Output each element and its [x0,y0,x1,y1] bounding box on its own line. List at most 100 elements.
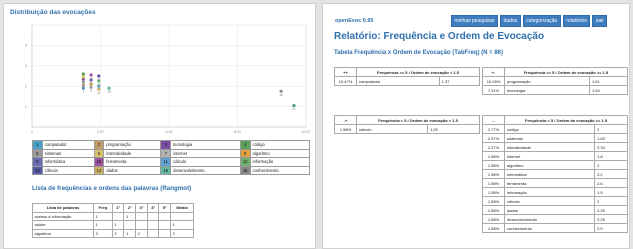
quadrant-table-3: -+ Frequência < 5 / Ordem de evocação < 1… [334,115,481,134]
table-cell: 1 [92,220,113,230]
legend-label: informática [41,157,95,167]
legend-label: computador [41,140,95,150]
legend-label: conhecimento [249,165,311,175]
column-header: Freq [92,203,113,213]
scatter-chart: 02.675.348.0110.674321123111245613147108… [25,24,311,134]
x-tick-label: 2.67 [97,130,104,134]
table-cell: 2.33 [594,142,628,152]
quadrant-sign: ++ [334,67,357,77]
table-cell: algoritmo [32,228,94,238]
top-nav: minhas pesquisas dados categorização rel… [451,15,608,27]
column-header: 3° [135,203,148,213]
quadrant-sign: -- [482,115,505,125]
table-cell: 1 [123,211,137,221]
nav-dados-button[interactable]: dados [500,15,521,27]
legend-swatch: 2 [93,140,105,150]
quadrant-table-2: +- Frequência >= 5 / Ordem de evocação >=… [482,67,629,95]
point-label: 15 [107,90,111,94]
table-cell: 1 [111,220,125,230]
legend-label: programação [103,140,162,150]
table-cell: 2.37% [482,142,505,152]
legend-row: 13 ciência 14 dados 15 desenvolvimento 16 conhe… [32,165,311,175]
legend-swatch: 12 [239,157,251,167]
table-caption: Tabela Frequência x Ordem de Evocação (T… [334,50,503,56]
table-cell: conhecimento [503,223,596,233]
table-cell [135,220,148,230]
table-cell: 1.94 [588,85,629,95]
table-cell: 1.58% [482,187,505,197]
legend-swatch: 11 [160,157,172,167]
legend-row: 1 computador 2 programação 3 tecnologia 4 códig… [32,140,311,150]
nav-categorizacao-button[interactable]: categorização [522,15,561,27]
legend-swatch: 7 [160,148,172,158]
quadrant-header-row: ++ Frequência >= 5 / Ordem de evocação < … [334,67,480,77]
table-cell: 2 [594,160,628,170]
table-cell: 2.25 [594,214,628,224]
table-cell [158,211,172,221]
table-cell: 7.11% [482,85,505,95]
table-row: algoritmo 3 2 1 2 2 [32,228,194,238]
table-row: 10.47% computador 1.37 [334,76,481,86]
quadrant-header: Frequência >= 5 / Ordem de evocação >= 1… [504,67,628,77]
table-cell: 2 [135,228,148,238]
table-cell: 2.77% [482,124,505,134]
table-cell: 10.47% [334,76,357,86]
legend-label: tecnologia [170,140,241,150]
table-cell: 1 [123,228,137,238]
x-tick-label: 0 [31,130,33,134]
table-cell: algoritmo [503,160,596,170]
chart-panel: Distribuição das evocações 0 2.67 5.34 8.01… [3,3,316,249]
legend-swatch: 5 [32,148,43,158]
table-row: 1.58% ciência 2 [482,196,628,206]
column-header: 1° [111,203,125,213]
column-header: 5° [158,203,172,213]
table-cell: 1.8 [594,151,628,161]
x-tick-label: 10.67 [302,130,311,134]
table-row: 2.77% código 2 [482,124,628,134]
report-title: Relatório: Frequência e Ordem de Evocaçã… [334,31,545,42]
y-tick-label: 1 [25,105,27,109]
nav-sair-button[interactable]: sair [592,15,608,27]
table-row: 1.58% desenvolvimento 2.25 [482,214,628,224]
table-cell: 1.58% [482,205,505,215]
table-row: 1.98% algoritmo 2 [482,160,628,170]
column-header: 2° [123,203,137,213]
table-cell: 1.58% [482,214,505,224]
quadrant-header-row: -+ Frequência < 5 / Ordem de evocação < 1… [334,115,480,125]
legend-label: interatividade [103,148,162,158]
table-cell: computador [356,76,440,86]
y-tick-label: 3 [25,64,27,68]
table-cell: dados [503,205,596,215]
table-cell: 2.37% [482,133,505,143]
table-cell [158,228,172,238]
quadrant-header-row: -- Frequência < 5 / Ordem de evocação >= … [482,115,628,125]
table-cell: 2 [170,228,194,238]
quadrant-header: Frequência >= 5 / Ordem de evocação < 1.… [356,67,480,77]
table-row: 2.37% sistemas 1.83 [482,133,628,143]
legend-label: dados [103,165,162,175]
table-cell: 1.25 [426,124,481,134]
legend-label: ciência [41,165,95,175]
legend-swatch: 9 [32,157,43,167]
word-frequency-table: Lista de palavras Freq 1° 2° 3° 4° 5° Média ace… [32,203,194,238]
table-cell: cálculo [356,124,428,134]
nav-minhas-pesquisas-button[interactable]: minhas pesquisas [451,15,499,27]
legend-label: código [249,140,311,150]
report-panel: openEvoc 0.95 minhas pesquisas dados cat… [322,3,630,249]
nav-relatorios-button[interactable]: relatórios [562,15,591,27]
table-row: 1.58% dados 2.25 [482,205,628,215]
y-tick-label: 4 [25,44,27,48]
quadrant-sign: -+ [334,115,357,125]
quadrant-sign: +- [482,67,505,77]
table-cell: internet [503,151,596,161]
table-row: 10.26% programação 1.61 [482,76,629,86]
legend-label: ferramenta [103,157,162,167]
table-cell: tecnologia [504,85,590,95]
table-cell: 1.98% [482,169,505,179]
table-cell: 2.25 [594,205,628,215]
table-row: 1.98% informática 2.2 [482,169,628,179]
legend-swatch: 14 [93,165,105,175]
table-cell: 1.5 [594,187,628,197]
legend-label: informação [249,157,311,167]
legend-label: cálculo [170,157,241,167]
